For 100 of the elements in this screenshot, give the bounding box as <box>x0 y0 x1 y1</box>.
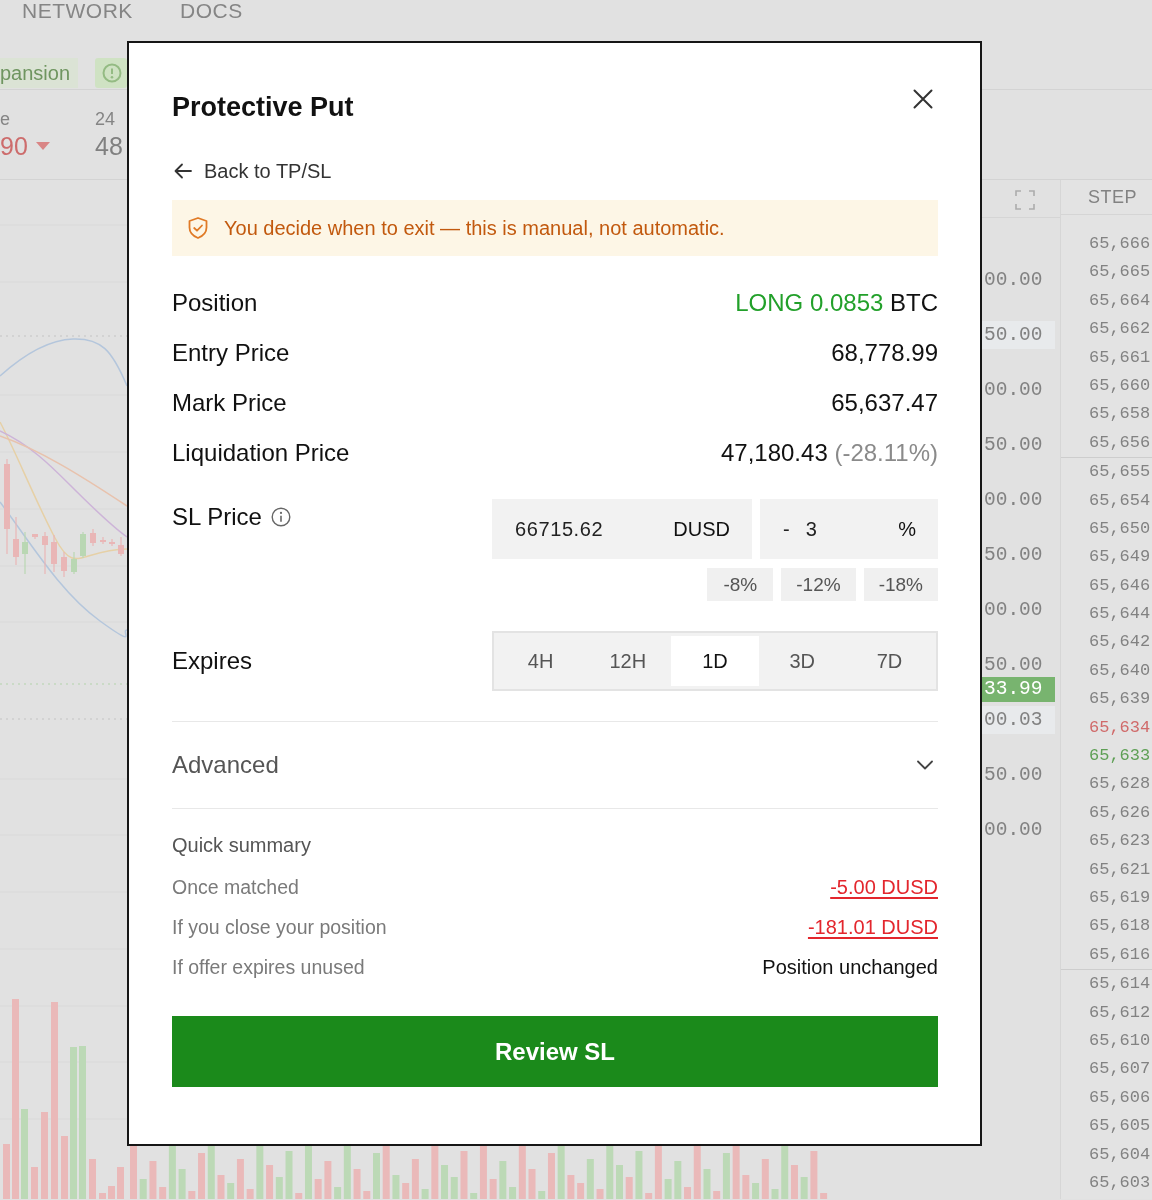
candlestick <box>118 536 124 557</box>
arrow-left-icon <box>174 163 192 179</box>
order-price: 65,661 <box>1088 346 1152 369</box>
order-price: 65,662 <box>1088 318 1152 341</box>
candlestick <box>80 531 86 559</box>
notice-text: You decide when to exit — this is manual, not automatic. <box>224 216 725 240</box>
candlestick <box>100 536 106 545</box>
summary-label: If you close your position <box>172 915 387 939</box>
order-price: 65,654 <box>1088 489 1152 512</box>
order-price: 65,623 <box>1088 830 1152 853</box>
order-price: 65,618 <box>1088 915 1152 938</box>
axis-label: 00.00 <box>983 487 1043 513</box>
order-price: 65,650 <box>1088 517 1152 540</box>
candlestick <box>90 528 96 547</box>
order-price: 65,644 <box>1088 603 1152 626</box>
order-price: 65,605 <box>1088 1115 1152 1138</box>
detail-label: Mark Price <box>172 389 287 417</box>
axis-label: 50.00 <box>983 542 1043 568</box>
order-price: 65,604 <box>1088 1143 1152 1166</box>
summary-label: Once matched <box>172 875 299 899</box>
order-price: 65,616 <box>1088 943 1152 966</box>
percent-preset-button[interactable]: -18% <box>863 568 938 601</box>
order-price: 65,634 <box>1088 716 1152 739</box>
summary-title: Quick summary <box>172 833 311 857</box>
order-price: 65,610 <box>1088 1029 1152 1052</box>
review-button[interactable]: Review SL <box>172 1016 938 1087</box>
order-price: 65,640 <box>1088 659 1152 682</box>
expiry-option[interactable]: 4H <box>497 636 585 686</box>
down-triangle-icon <box>35 142 50 150</box>
current-price-tag: 33.99 <box>982 677 1055 702</box>
axis-label: 50.00 <box>983 762 1043 788</box>
axis-label: 00.00 <box>983 597 1043 623</box>
order-price: 65,664 <box>1088 289 1152 312</box>
percent-preset-button[interactable]: -8% <box>707 568 774 601</box>
summary-value: Position unchanged <box>762 955 938 979</box>
order-price: 65,639 <box>1088 688 1152 711</box>
candlestick <box>22 531 28 575</box>
order-price: 65,646 <box>1088 574 1152 597</box>
candlestick <box>71 551 77 575</box>
percent-preset-button[interactable]: -12% <box>781 568 856 601</box>
summary-value[interactable]: -181.01 DUSD <box>807 915 938 939</box>
order-price: 65,607 <box>1088 1058 1152 1081</box>
candlestick <box>13 516 19 566</box>
order-price: 65,649 <box>1088 546 1152 569</box>
axis-label: 00.03 <box>982 705 1055 734</box>
order-price: 65,603 <box>1088 1171 1152 1194</box>
price-input[interactable]: 66715.62 DUSD <box>492 499 752 559</box>
order-price: 65,642 <box>1088 631 1152 654</box>
order-price: 65,614 <box>1088 973 1152 996</box>
candlestick <box>51 534 57 573</box>
axis-label: 50.00 <box>983 652 1043 678</box>
order-price: 65,656 <box>1088 431 1152 454</box>
stat-label: e <box>0 109 10 129</box>
detail-value: LONG 0.0853 BTC <box>735 289 938 317</box>
order-price: 65,655 <box>1088 461 1152 484</box>
expires-label: Expires <box>172 649 253 673</box>
candlestick <box>61 551 67 578</box>
back-link[interactable]: Back to TP/SL <box>172 159 332 183</box>
expiry-option[interactable]: 7D <box>845 636 933 686</box>
axis-label: 50.00 <box>983 432 1043 458</box>
order-price: 65,619 <box>1088 887 1152 909</box>
detail-value: 47,180.43 (-28.11%) <box>720 439 938 467</box>
order-price: 65,612 <box>1088 1001 1152 1024</box>
order-price: 65,666 <box>1088 233 1152 255</box>
stat-label: 24 <box>95 109 116 129</box>
detail-label: Liquidation Price <box>172 439 350 467</box>
order-price: 65,606 <box>1088 1086 1152 1109</box>
expiry-option[interactable]: 1D <box>671 636 759 686</box>
axis-label: 00.00 <box>983 377 1043 403</box>
detail-value: 65,637.47 <box>831 389 938 417</box>
expiry-option[interactable]: 3D <box>758 636 846 686</box>
info-icon[interactable] <box>270 507 291 527</box>
shield-check-icon <box>188 217 208 239</box>
order-price: 65,665 <box>1088 261 1152 284</box>
stat-value: 90 <box>0 131 28 161</box>
order-price: 65,628 <box>1088 773 1152 796</box>
percent-input[interactable]: - 3 % <box>760 499 938 559</box>
summary-label: If offer expires unused <box>172 955 365 979</box>
order-price: 65,626 <box>1088 801 1152 824</box>
order-price: 65,660 <box>1088 374 1152 397</box>
axis-label: 00.00 <box>983 817 1043 843</box>
detail-value: 68,778.99 <box>831 339 938 367</box>
candlestick <box>32 533 38 540</box>
dialog-title: Protective Put <box>172 91 354 124</box>
axis-label: 50.00 <box>982 320 1055 349</box>
candlestick <box>42 531 48 575</box>
sl-price-label: SL Price <box>172 505 262 529</box>
market-tag: pansion <box>0 58 78 88</box>
order-price: 65,633 <box>1088 745 1152 768</box>
detail-label: Position <box>172 289 258 317</box>
summary-value[interactable]: -5.00 DUSD <box>830 875 938 899</box>
candlestick <box>109 538 115 547</box>
stat-value: 48 <box>95 131 123 161</box>
expiry-option[interactable]: 12H <box>584 636 672 686</box>
column-header: STEP <box>1088 186 1137 208</box>
detail-label: Entry Price <box>172 339 290 367</box>
order-price: 65,621 <box>1088 858 1152 881</box>
order-price: 65,658 <box>1088 403 1152 426</box>
axis-label: 00.00 <box>983 267 1043 293</box>
advanced-toggle[interactable]: Advanced <box>172 722 938 808</box>
